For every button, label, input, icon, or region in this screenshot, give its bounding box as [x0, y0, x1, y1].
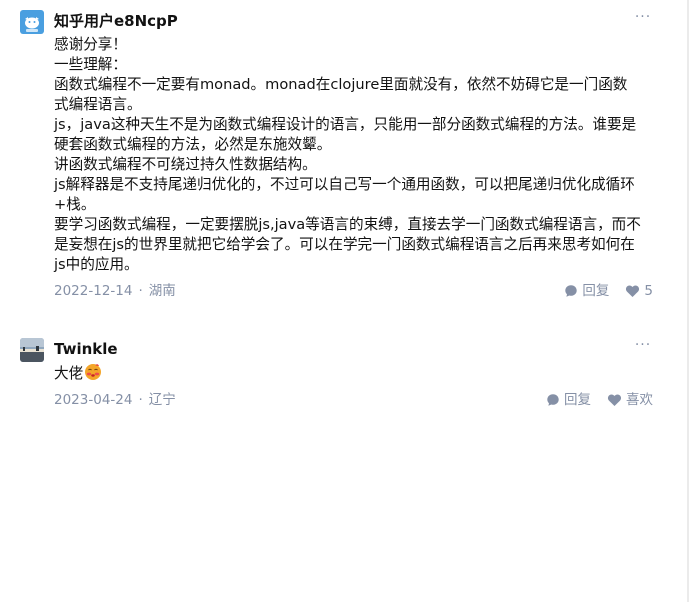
reply-label: 回复 — [564, 392, 591, 408]
heart-icon — [626, 285, 640, 297]
reply-icon — [547, 394, 559, 406]
reply-button[interactable]: 回复 — [564, 280, 609, 302]
comment-date: 2022-12-14 — [54, 283, 133, 299]
blushing-face-emoji-icon — [85, 364, 102, 380]
comment-actions: 回复 喜欢 — [530, 389, 653, 411]
reply-button[interactable]: 回复 — [546, 389, 591, 411]
comment-line: js解释器是不支持尾递归优化的，不过可以自己写一个通用函数，可以把尾递归优化成循… — [54, 176, 635, 193]
avatar[interactable] — [20, 10, 44, 34]
comment-line: 讲函数式编程不可绕过持久性数据结构。 — [54, 156, 317, 173]
comment-line: 感谢分享！ — [54, 36, 127, 53]
comment-author[interactable]: Twinkle — [54, 338, 653, 360]
comment-author[interactable]: 知乎用户e8NcpP — [54, 10, 653, 32]
heart-icon — [607, 394, 622, 406]
like-label: 5 — [644, 283, 653, 299]
comment-line: 一些理解： — [54, 56, 127, 73]
comments-panel: 知乎用户e8NcpP 感谢分享！ 一些理解： 函数式编程不一定要有monad。m… — [0, 0, 689, 602]
reply-icon — [565, 285, 578, 297]
comment-line: 要学习函数式编程，一定要摆脱js,java等语言的束缚，直接去学一门函数式编程语… — [54, 216, 641, 233]
avatar[interactable] — [20, 338, 44, 362]
comment-line: 硬套函数式编程的方法，必然是东施效颦。 — [54, 136, 332, 153]
comment-item: 知乎用户e8NcpP 感谢分享！ 一些理解： 函数式编程不一定要有monad。m… — [20, 10, 653, 302]
comment-location: 辽宁 — [148, 392, 176, 408]
meta-separator: · — [138, 392, 143, 408]
more-options-button[interactable]: ··· — [633, 338, 653, 358]
like-button[interactable]: 5 — [625, 280, 653, 302]
comment-text: 大佬 — [54, 363, 653, 384]
comment-meta: 2023-04-24 · 辽宁 回复 喜欢 — [54, 389, 653, 411]
comment-line: js，java这种天生不是为函数式编程设计的语言，只能用一部分函数式编程的方法。… — [54, 116, 637, 133]
comment-line: 大佬 — [54, 365, 84, 382]
comment-location: 湖南 — [148, 283, 176, 299]
reply-label: 回复 — [582, 283, 610, 299]
like-button[interactable]: 喜欢 — [607, 389, 653, 411]
comment-meta: 2022-12-14 · 湖南 回复 5 — [54, 280, 653, 302]
meta-separator: · — [138, 283, 143, 299]
like-label: 喜欢 — [626, 392, 653, 408]
scrollbar-arrow-down-icon[interactable] — [675, 596, 687, 602]
comment-date: 2023-04-24 — [54, 392, 133, 408]
comment-line: +栈。 — [54, 196, 96, 213]
comment-line: 式编程语言。 — [54, 96, 142, 113]
comment-actions: 回复 5 — [548, 280, 653, 302]
comment-line: 是妄想在js的世界里就把它给学会了。可以在学完一门函数式编程语言之后再来思考如何… — [54, 236, 635, 253]
comment-line: js中的应用。 — [54, 256, 139, 273]
comment-line: 函数式编程不一定要有monad。monad在clojure里面就没有，依然不妨碍… — [54, 76, 628, 93]
comment-text: 感谢分享！ 一些理解： 函数式编程不一定要有monad。monad在clojur… — [54, 35, 653, 275]
comment-item: Twinkle 大佬 2023-04-24 · 辽宁 回复 喜欢 ··· — [20, 338, 653, 411]
more-options-button[interactable]: ··· — [633, 10, 653, 30]
